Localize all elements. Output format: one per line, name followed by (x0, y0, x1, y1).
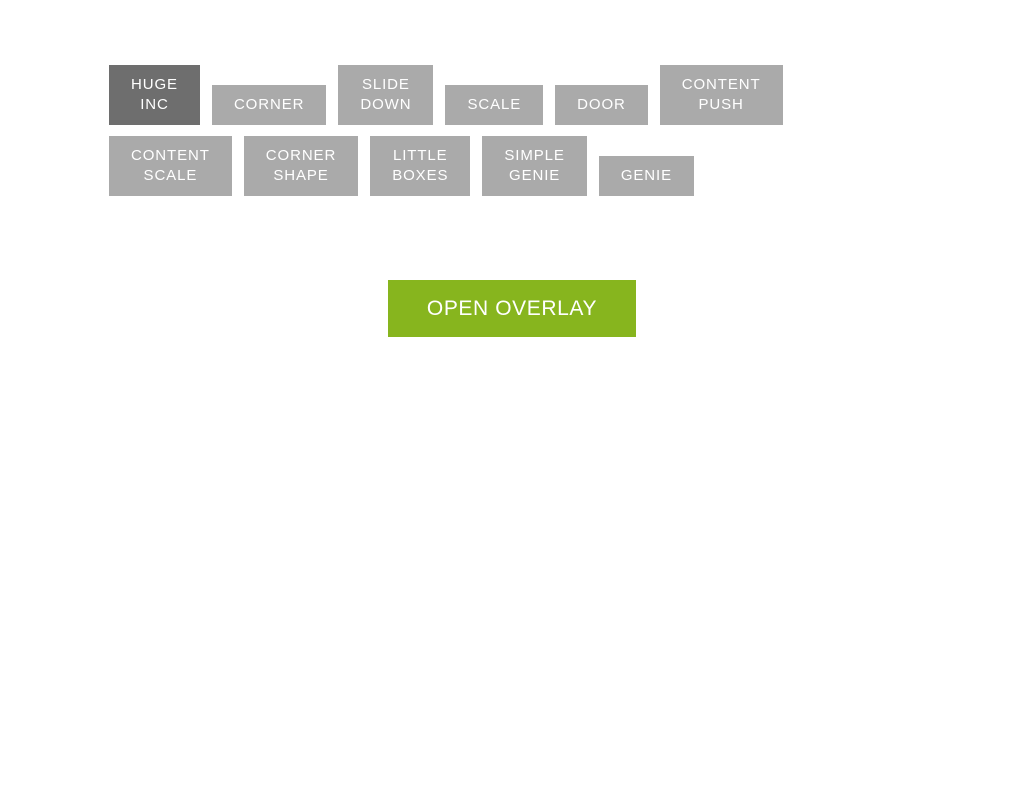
transition-option-huge-inc[interactable]: HUGE INC (109, 65, 200, 125)
transition-option-genie[interactable]: GENIE (598, 156, 694, 196)
transition-selector-row-2: CONTENT SCALE CORNER SHAPE LITTLE BOXES SIM… (109, 136, 915, 196)
transition-option-content-scale[interactable]: CONTENT SCALE (109, 136, 232, 196)
open-overlay-button[interactable]: OPEN OVERLAY (388, 280, 636, 337)
transition-selector: HUGE INC CORNER SLIDE DOWN SCALE DOOR CONTENT… (109, 65, 915, 196)
page-root: HUGE INC CORNER SLIDE DOWN SCALE DOOR CONTENT… (0, 0, 1024, 800)
open-overlay-area: OPEN OVERLAY (0, 280, 1024, 337)
transition-option-simple-genie[interactable]: SIMPLE GENIE (482, 136, 587, 196)
transition-option-slide-down[interactable]: SLIDE DOWN (338, 65, 434, 125)
transition-option-little-boxes[interactable]: LITTLE BOXES (370, 136, 471, 196)
transition-option-scale[interactable]: SCALE (445, 85, 544, 125)
transition-option-corner-shape[interactable]: CORNER SHAPE (243, 136, 359, 196)
transition-option-corner[interactable]: CORNER (211, 85, 327, 125)
transition-option-door[interactable]: DOOR (555, 85, 648, 125)
transition-option-content-push[interactable]: CONTENT PUSH (659, 65, 783, 125)
transition-selector-row-1: HUGE INC CORNER SLIDE DOWN SCALE DOOR CONTENT… (109, 65, 915, 125)
